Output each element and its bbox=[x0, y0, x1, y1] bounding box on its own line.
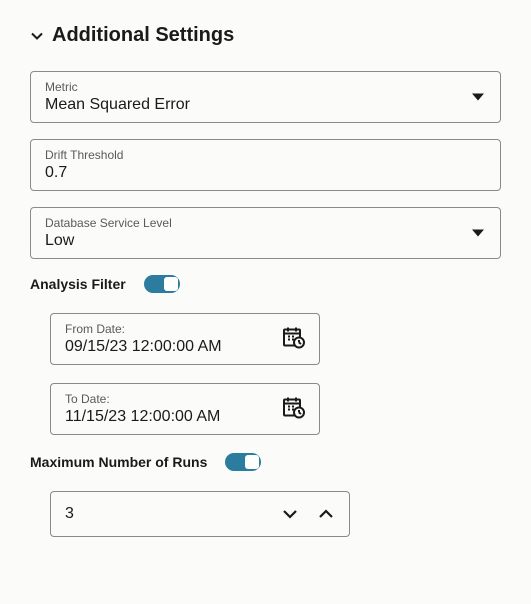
from-date-value: 09/15/23 12:00:00 AM bbox=[65, 338, 305, 356]
drift-threshold-value: 0.7 bbox=[45, 164, 486, 182]
calendar-clock-icon[interactable] bbox=[281, 395, 305, 424]
analysis-filter-label: Analysis Filter bbox=[30, 276, 126, 292]
metric-label: Metric bbox=[45, 80, 486, 94]
max-runs-value: 3 bbox=[65, 505, 281, 523]
max-runs-stepper[interactable]: 3 bbox=[50, 491, 350, 537]
caret-down-icon bbox=[472, 230, 484, 237]
to-date-value: 11/15/23 12:00:00 AM bbox=[65, 408, 305, 426]
analysis-filter-row: Analysis Filter bbox=[30, 275, 501, 293]
stepper-increment-button[interactable] bbox=[317, 505, 335, 523]
toggle-thumb bbox=[164, 277, 178, 291]
to-date-label: To Date: bbox=[65, 392, 305, 406]
chevron-down-icon bbox=[30, 29, 44, 43]
service-level-select[interactable]: Database Service Level Low bbox=[30, 207, 501, 259]
service-level-value: Low bbox=[45, 232, 486, 250]
stepper-buttons bbox=[281, 505, 335, 523]
from-date-label: From Date: bbox=[65, 322, 305, 336]
toggle-thumb bbox=[245, 455, 259, 469]
section-header[interactable]: Additional Settings bbox=[30, 24, 501, 47]
metric-value: Mean Squared Error bbox=[45, 96, 486, 114]
date-range-group: From Date: 09/15/23 12:00:00 AM To Date:… bbox=[50, 313, 501, 435]
caret-down-icon bbox=[472, 94, 484, 101]
analysis-filter-toggle[interactable] bbox=[144, 275, 180, 293]
section-title: Additional Settings bbox=[52, 24, 234, 47]
drift-threshold-label: Drift Threshold bbox=[45, 148, 486, 162]
calendar-clock-icon[interactable] bbox=[281, 325, 305, 354]
max-runs-toggle[interactable] bbox=[225, 453, 261, 471]
drift-threshold-input[interactable]: Drift Threshold 0.7 bbox=[30, 139, 501, 191]
stepper-decrement-button[interactable] bbox=[281, 505, 299, 523]
max-runs-label: Maximum Number of Runs bbox=[30, 454, 207, 470]
metric-select[interactable]: Metric Mean Squared Error bbox=[30, 71, 501, 123]
service-level-label: Database Service Level bbox=[45, 216, 486, 230]
max-runs-row: Maximum Number of Runs bbox=[30, 453, 501, 471]
from-date-input[interactable]: From Date: 09/15/23 12:00:00 AM bbox=[50, 313, 320, 365]
to-date-input[interactable]: To Date: 11/15/23 12:00:00 AM bbox=[50, 383, 320, 435]
